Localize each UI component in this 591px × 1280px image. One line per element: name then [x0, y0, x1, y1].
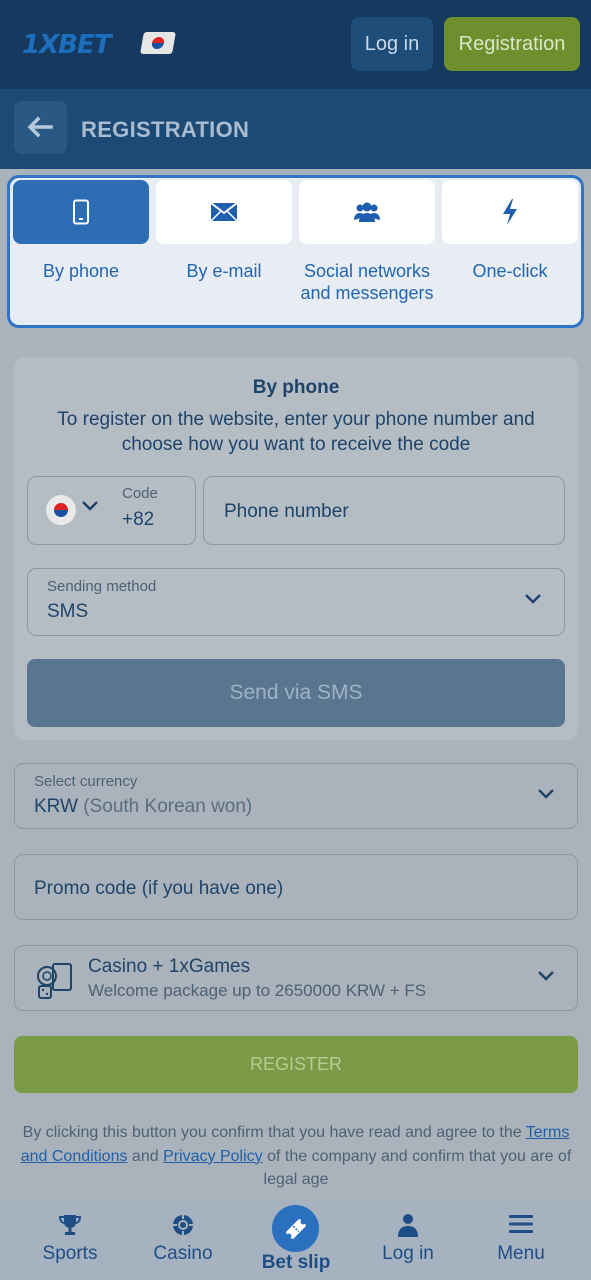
chevron-down-icon	[538, 971, 554, 981]
envelope-icon	[210, 202, 238, 222]
lightning-icon	[503, 199, 517, 225]
bet-slip-button[interactable]	[272, 1205, 319, 1252]
arrow-left-icon	[27, 116, 53, 138]
sending-method-select[interactable]: Sending method SMS	[27, 568, 565, 636]
code-value: +82	[122, 509, 155, 530]
tab-by-phone[interactable]: By phone	[13, 180, 149, 326]
country-code-select[interactable]: Code +82	[27, 476, 196, 545]
nav-label: Casino	[153, 1243, 213, 1264]
users-icon	[354, 202, 380, 222]
bonus-title: Casino + 1xGames	[88, 956, 251, 977]
nav-casino[interactable]: Casino	[133, 1200, 233, 1280]
tab-label: One-click	[472, 261, 548, 281]
korea-flag-icon[interactable]	[140, 32, 176, 54]
bottom-nav: Sports Casino Bet slip Log in Menu	[0, 1200, 591, 1280]
ticket-icon	[285, 1218, 306, 1239]
nav-label: Menu	[497, 1243, 545, 1264]
panel-heading: By phone	[252, 377, 340, 398]
chevron-down-icon	[525, 594, 541, 604]
consent-and: and	[131, 1147, 159, 1165]
trophy-icon	[58, 1215, 82, 1235]
consent-before: By clicking this button you confirm that…	[22, 1124, 522, 1141]
header-registration-button[interactable]: Registration	[444, 17, 580, 71]
brand-logo[interactable]: 1XBET	[22, 30, 111, 60]
korea-flag-icon	[46, 495, 76, 525]
page-title: REGISTRATION	[81, 117, 250, 142]
top-header: 1XBET Log in Registration	[0, 0, 591, 89]
phone-number-input[interactable]: Phone number	[203, 476, 565, 545]
tab-label: By phone	[42, 261, 120, 281]
send-sms-button[interactable]: Send via SMS	[27, 659, 565, 727]
method-value: SMS	[47, 601, 89, 622]
title-bar: REGISTRATION	[0, 89, 591, 169]
consent-text: By clicking this button you confirm that…	[14, 1121, 578, 1192]
phone-placeholder: Phone number	[224, 501, 349, 522]
nav-menu[interactable]: Menu	[471, 1200, 571, 1280]
phone-registration-panel: By phone To register on the website, ent…	[14, 357, 578, 740]
promo-code-input[interactable]: Promo code (if you have one)	[14, 854, 578, 920]
bonus-subtitle: Welcome package up to 2650000 KRW + FS	[88, 981, 427, 1000]
casino-chip-icon	[173, 1215, 193, 1235]
header-login-button[interactable]: Log in	[351, 17, 433, 71]
nav-label: Sports	[42, 1243, 98, 1264]
bonus-select[interactable]: Casino + 1xGames Welcome package up to 2…	[14, 945, 578, 1011]
chevron-down-icon	[82, 501, 98, 511]
panel-description: To register on the website, enter your p…	[57, 409, 535, 455]
method-caption: Sending method	[47, 578, 157, 595]
tab-label: By e-mail	[186, 261, 262, 281]
tab-social-networks[interactable]: Social networks and messengers	[299, 180, 435, 326]
user-icon	[398, 1214, 418, 1237]
chevron-down-icon	[538, 789, 554, 799]
back-button[interactable]	[14, 101, 67, 154]
nav-label: Log in	[382, 1243, 434, 1264]
hamburger-menu-icon	[509, 1215, 533, 1233]
promo-placeholder: Promo code (if you have one)	[34, 878, 284, 899]
currency-name: (South Korean won)	[83, 796, 253, 817]
nav-label: Bet slip	[261, 1252, 331, 1273]
nav-sports[interactable]: Sports	[20, 1200, 120, 1280]
currency-select[interactable]: Select currency KRW (South Korean won)	[14, 763, 578, 829]
casino-chips-cards-icon	[37, 963, 72, 999]
privacy-link[interactable]: Privacy Policy	[163, 1148, 263, 1165]
currency-caption: Select currency	[34, 773, 138, 790]
tab-one-click[interactable]: One-click	[442, 180, 578, 326]
consent-after: of the company and confirm that you are …	[263, 1147, 572, 1189]
code-caption: Code	[122, 485, 158, 502]
currency-code: KRW	[34, 796, 78, 817]
tab-by-email[interactable]: By e-mail	[156, 180, 292, 326]
currency-value: KRW (South Korean won)	[34, 796, 252, 818]
register-button[interactable]: REGISTER	[14, 1036, 578, 1093]
nav-log-in[interactable]: Log in	[358, 1200, 458, 1280]
registration-method-tabs: By phone By e-mail Social networks and m…	[7, 175, 584, 328]
phone-icon	[73, 199, 89, 225]
tab-label: Social networks and messengers	[300, 261, 434, 303]
